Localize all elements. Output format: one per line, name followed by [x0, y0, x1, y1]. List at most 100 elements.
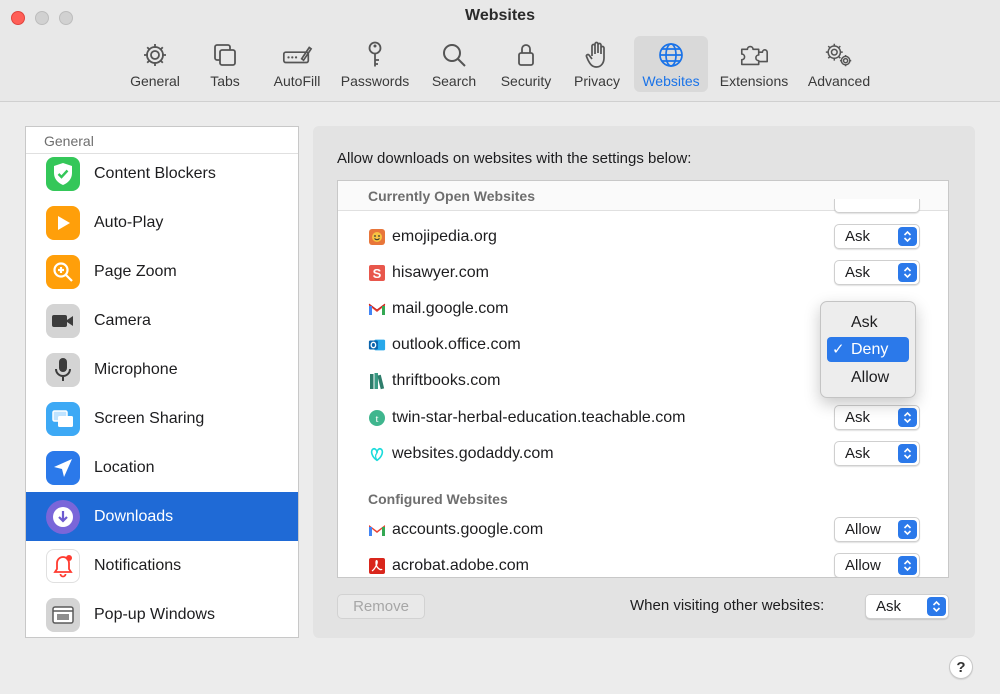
- sidebar-item-label: Auto-Play: [94, 213, 164, 231]
- chevron-updown-icon: [898, 444, 917, 463]
- popup-value: Ask: [845, 228, 871, 245]
- chevron-updown-icon: [898, 263, 917, 282]
- preferences-window: Websites General Tabs AutoFill Passwords: [0, 0, 1000, 694]
- thriftbooks-favicon: [368, 372, 386, 390]
- chevron-updown-icon: [898, 227, 917, 246]
- toolbar-label: General: [130, 73, 180, 89]
- toolbar-label: Tabs: [210, 73, 240, 89]
- permission-menu: Ask ✓ Deny Allow: [820, 301, 916, 398]
- tabs-icon: [209, 40, 241, 70]
- sidebar-item-downloads[interactable]: Downloads: [26, 492, 298, 541]
- toolbar-search[interactable]: Search: [428, 36, 480, 92]
- menu-item-ask[interactable]: Ask: [827, 310, 909, 335]
- key-icon: [359, 40, 391, 70]
- panel-caption: Allow downloads on websites with the set…: [337, 150, 692, 167]
- pencil-field-icon: [281, 40, 313, 70]
- gear-icon: [139, 40, 171, 70]
- toolbar-advanced[interactable]: Advanced: [804, 36, 874, 92]
- sidebar-item-camera[interactable]: Camera: [26, 296, 298, 345]
- popup-value: Ask: [845, 409, 871, 426]
- site-name: twin-star-herbal-education.teachable.com: [392, 409, 686, 426]
- sidebar-item-popup-windows[interactable]: Pop-up Windows: [26, 590, 298, 637]
- sidebar-item-label: Page Zoom: [94, 262, 177, 280]
- chevron-updown-icon: [927, 597, 946, 616]
- toolbar-tabs[interactable]: Tabs: [203, 36, 247, 92]
- toolbar-autofill[interactable]: AutoFill: [268, 36, 326, 92]
- toolbar-label: Security: [500, 73, 552, 89]
- emojipedia-favicon: [368, 228, 386, 246]
- content-blockers-icon: [46, 156, 80, 191]
- godaddy-favicon: [368, 445, 386, 463]
- toolbar-general[interactable]: General: [126, 36, 184, 92]
- screen-sharing-icon: [46, 401, 80, 436]
- remove-button[interactable]: Remove: [337, 594, 425, 619]
- popup-button-partial: [834, 199, 920, 213]
- site-name: thriftbooks.com: [392, 372, 501, 389]
- menu-item-deny[interactable]: ✓ Deny: [827, 337, 909, 362]
- toolbar-label: Extensions: [719, 73, 789, 89]
- gmail-favicon: [368, 521, 386, 539]
- popup-value: Ask: [845, 264, 871, 281]
- location-icon: [46, 450, 80, 485]
- popup-value: Ask: [876, 598, 902, 615]
- sidebar-item-label: Screen Sharing: [94, 409, 205, 427]
- sidebar-item-page-zoom[interactable]: Page Zoom: [26, 247, 298, 296]
- sidebar-item-auto-play[interactable]: Auto-Play: [26, 198, 298, 247]
- camera-icon: [46, 303, 80, 338]
- popup-value: Ask: [845, 445, 871, 462]
- chevron-updown-icon: [898, 520, 917, 539]
- auto-play-icon: [46, 205, 80, 240]
- sidebar-item-label: Microphone: [94, 360, 178, 378]
- site-name: websites.godaddy.com: [392, 445, 554, 462]
- sidebar-item-label: Notifications: [94, 556, 182, 574]
- toolbar-label: Search: [431, 73, 477, 89]
- adobe-favicon: [368, 557, 386, 575]
- sidebar-item-screen-sharing[interactable]: Screen Sharing: [26, 394, 298, 443]
- permission-popup[interactable]: Ask: [834, 260, 920, 285]
- toolbar-websites[interactable]: Websites: [634, 36, 708, 92]
- toolbar-label: Passwords: [340, 73, 410, 89]
- other-websites-popup[interactable]: Ask: [865, 594, 949, 619]
- popup-value: Allow: [845, 557, 881, 574]
- sidebar-item-microphone[interactable]: Microphone: [26, 345, 298, 394]
- help-button[interactable]: ?: [949, 655, 973, 679]
- site-name: emojipedia.org: [392, 228, 497, 245]
- chevron-updown-icon: [898, 408, 917, 427]
- gmail-favicon: [368, 300, 386, 318]
- toolbar-privacy[interactable]: Privacy: [570, 36, 624, 92]
- toolbar-security[interactable]: Security: [497, 36, 555, 92]
- lock-icon: [510, 40, 542, 70]
- sidebar-item-notifications[interactable]: Notifications: [26, 541, 298, 590]
- search-icon: [438, 40, 470, 70]
- window-title: Websites: [465, 7, 535, 24]
- toolbar-extensions[interactable]: Extensions: [716, 36, 792, 92]
- hand-icon: [581, 40, 613, 70]
- toolbar-passwords[interactable]: Passwords: [338, 36, 412, 92]
- sidebar-item-label: Downloads: [94, 507, 174, 525]
- permission-popup[interactable]: Allow: [834, 517, 920, 542]
- section-header-configured: Configured Websites: [368, 491, 508, 507]
- microphone-icon: [46, 352, 80, 387]
- permission-popup[interactable]: Ask: [834, 224, 920, 249]
- notifications-icon: [46, 548, 80, 583]
- svg-text:t: t: [375, 413, 378, 425]
- toolbar-label: AutoFill: [273, 73, 321, 89]
- site-name: hisawyer.com: [392, 264, 489, 281]
- other-websites-label: When visiting other websites:: [630, 597, 825, 614]
- permission-popup[interactable]: Allow: [834, 553, 920, 577]
- permission-popup[interactable]: Ask: [834, 405, 920, 430]
- sidebar-item-location[interactable]: Location: [26, 443, 298, 492]
- toolbar-label: Advanced: [807, 73, 871, 89]
- sidebar-item-label: Location: [94, 458, 155, 476]
- site-name: acrobat.adobe.com: [392, 557, 529, 574]
- sidebar-item-label: Pop-up Windows: [94, 605, 215, 623]
- permission-popup[interactable]: Ask: [834, 441, 920, 466]
- sidebar-item-content-blockers[interactable]: Content Blockers: [26, 149, 298, 198]
- outlook-favicon: [368, 336, 386, 354]
- sidebar-item-label: Content Blockers: [94, 164, 216, 182]
- menu-item-label: Allow: [851, 369, 890, 386]
- popup-value: Allow: [845, 521, 881, 538]
- chevron-updown-icon: [898, 556, 917, 575]
- menu-item-allow[interactable]: Allow: [827, 365, 909, 390]
- toolbar: Websites General Tabs AutoFill Passwords: [0, 0, 1000, 102]
